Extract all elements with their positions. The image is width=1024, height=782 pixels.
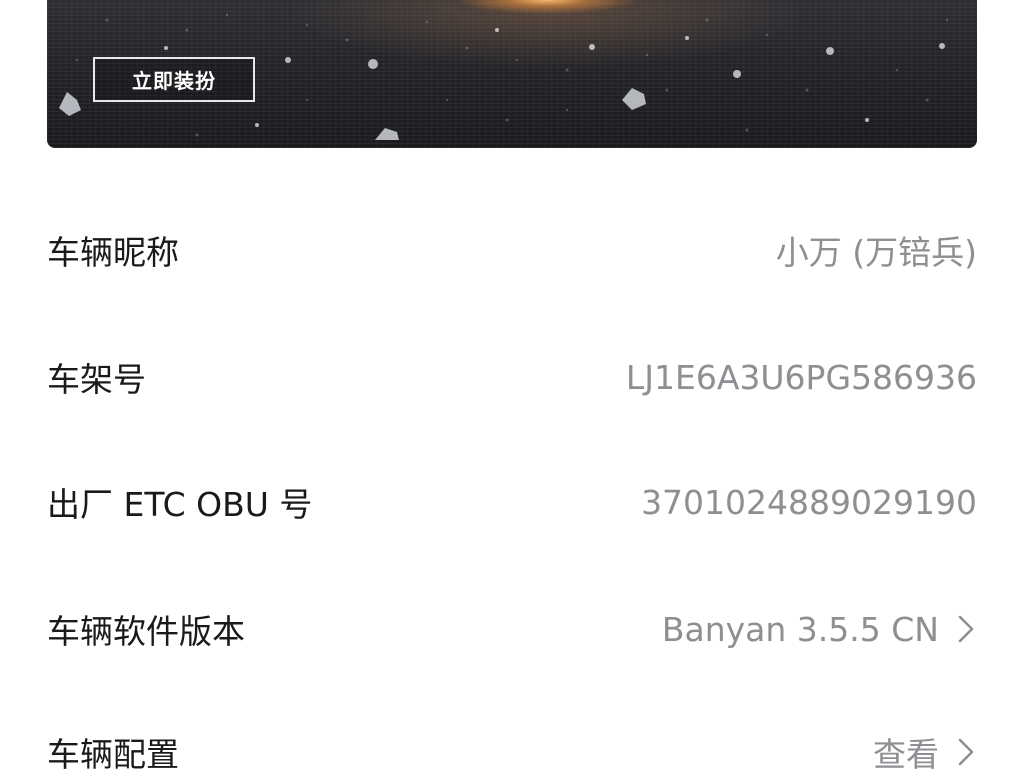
- etc-obu-value: 3701024889029190: [641, 482, 977, 522]
- vehicle-nickname-row: 车辆昵称 小万 (万锫兵): [47, 220, 977, 280]
- vehicle-nickname-value-wrap: 小万 (万锫兵): [776, 226, 977, 274]
- software-version-row[interactable]: 车辆软件版本 Banyan 3.5.5 CN: [47, 599, 977, 659]
- vehicle-configuration-row[interactable]: 车辆配置 查看: [47, 722, 977, 782]
- software-version-label: 车辆软件版本: [47, 612, 245, 651]
- vehicle-nickname-label: 车辆昵称: [47, 233, 179, 272]
- vehicle-configuration-label: 车辆配置: [47, 735, 179, 774]
- chevron-right-icon: [958, 615, 974, 643]
- vin-row: 车架号 LJ1E6A3U6PG586936: [47, 347, 977, 407]
- vin-value: LJ1E6A3U6PG586936: [625, 357, 977, 397]
- vehicle-banner-image: 立即装扮: [47, 0, 977, 148]
- etc-obu-row: 出厂 ETC OBU 号 3701024889029190: [47, 472, 977, 532]
- chevron-right-icon: [958, 738, 974, 766]
- software-version-value: Banyan 3.5.5 CN: [661, 609, 939, 649]
- vehicle-nickname-value: 小万 (万锫兵): [775, 233, 977, 272]
- vin-label: 车架号: [47, 360, 146, 399]
- vin-value-wrap: LJ1E6A3U6PG586936: [626, 358, 977, 397]
- dress-up-now-button[interactable]: 立即装扮: [93, 57, 255, 102]
- vehicle-configuration-value-wrap: 查看: [873, 728, 977, 776]
- etc-obu-value-wrap: 3701024889029190: [641, 483, 977, 522]
- etc-obu-label: 出厂 ETC OBU 号: [47, 485, 313, 524]
- software-version-value-wrap: Banyan 3.5.5 CN: [662, 610, 977, 649]
- vehicle-configuration-view-link: 查看: [873, 735, 939, 774]
